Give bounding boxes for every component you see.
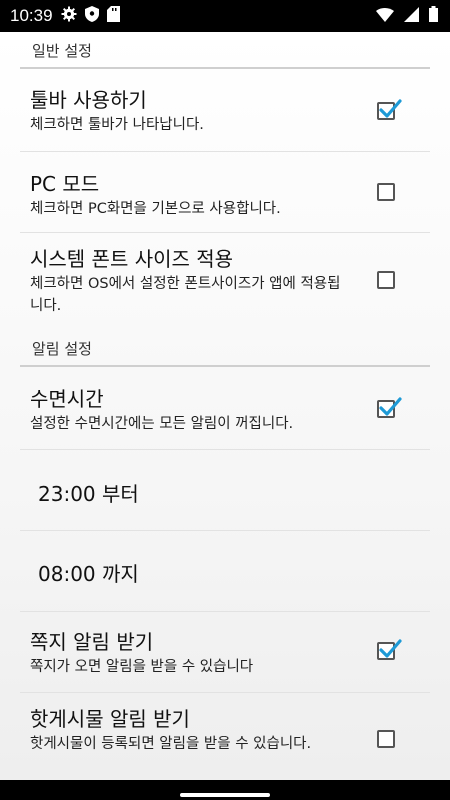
pref-title: 23:00 부터	[38, 482, 139, 506]
status-time: 10:39	[10, 6, 53, 25]
section-header-general: 일반 설정	[20, 40, 430, 62]
pref-summary: 핫게시물이 등록되면 알림을 받을 수 있습니다.	[30, 736, 312, 752]
hot-post-checkbox[interactable]	[377, 730, 395, 748]
shield-icon	[84, 6, 99, 26]
pref-summary: 체크하면 툴바가 나타납니다.	[30, 117, 204, 133]
pc-mode-checkbox[interactable]	[377, 183, 395, 201]
toolbar-checkbox[interactable]	[377, 99, 402, 120]
pref-summary: 설정한 수면시간에는 모든 알림이 꺼집니다.	[30, 416, 294, 432]
settings-list[interactable]: 일반 설정 툴바 사용하기 체크하면 툴바가 나타납니다. PC 모드 체크하면…	[0, 32, 450, 780]
pref-summary: 쪽지가 오면 알림을 받을 수 있습니다	[30, 659, 254, 675]
pref-use-toolbar[interactable]: 툴바 사용하기 체크하면 툴바가 나타납니다.	[20, 68, 430, 150]
pref-system-font-size[interactable]: 시스템 폰트 사이즈 적용 체크하면 OS에서 설정한 폰트사이즈가 앱에 적용…	[20, 233, 430, 333]
pref-summary: 체크하면 OS에서 설정한 폰트사이즈가 앱에 적용됩니다.	[30, 276, 341, 314]
pref-summary: 체크하면 PC화면을 기본으로 사용합니다.	[30, 201, 281, 217]
pref-hot-post-notification[interactable]: 핫게시물 알림 받기 핫게시물이 등록되면 알림을 받을 수 있습니다.	[20, 693, 430, 780]
pref-title: 수면시간	[30, 387, 104, 411]
check-icon	[379, 99, 402, 118]
check-icon	[379, 397, 402, 416]
pref-sleep-end[interactable]: 08:00 까지	[20, 531, 430, 611]
status-bar: 10:39	[0, 0, 450, 32]
section-title: 일반 설정	[32, 42, 92, 60]
pref-title: PC 모드	[30, 172, 100, 196]
section-title: 알림 설정	[32, 340, 92, 358]
pref-pc-mode[interactable]: PC 모드 체크하면 PC화면을 기본으로 사용합니다.	[20, 152, 430, 232]
gear-icon	[61, 6, 77, 26]
wifi-icon	[376, 7, 394, 26]
status-left: 10:39	[10, 6, 120, 26]
pref-title: 시스템 폰트 사이즈 적용	[30, 247, 234, 271]
navigation-bar	[0, 780, 450, 800]
pref-message-notification[interactable]: 쪽지 알림 받기 쪽지가 오면 알림을 받을 수 있습니다	[20, 612, 430, 692]
battery-icon	[429, 6, 438, 26]
pref-sleep-start[interactable]: 23:00 부터	[20, 450, 430, 530]
pref-title: 툴바 사용하기	[30, 88, 147, 112]
message-checkbox[interactable]	[377, 639, 402, 660]
signal-icon	[404, 6, 419, 26]
section-header-notification: 알림 설정	[20, 338, 430, 360]
pref-title: 08:00 까지	[38, 562, 139, 586]
check-icon	[379, 639, 402, 658]
system-font-checkbox[interactable]	[377, 271, 395, 289]
sd-card-icon	[106, 6, 120, 26]
home-handle[interactable]	[180, 793, 270, 797]
status-right	[376, 6, 438, 26]
pref-title: 쪽지 알림 받기	[30, 630, 154, 654]
pref-sleep-time[interactable]: 수면시간 설정한 수면시간에는 모든 알림이 꺼집니다.	[20, 367, 430, 449]
sleep-time-checkbox[interactable]	[377, 397, 402, 418]
pref-title: 핫게시물 알림 받기	[30, 707, 190, 731]
